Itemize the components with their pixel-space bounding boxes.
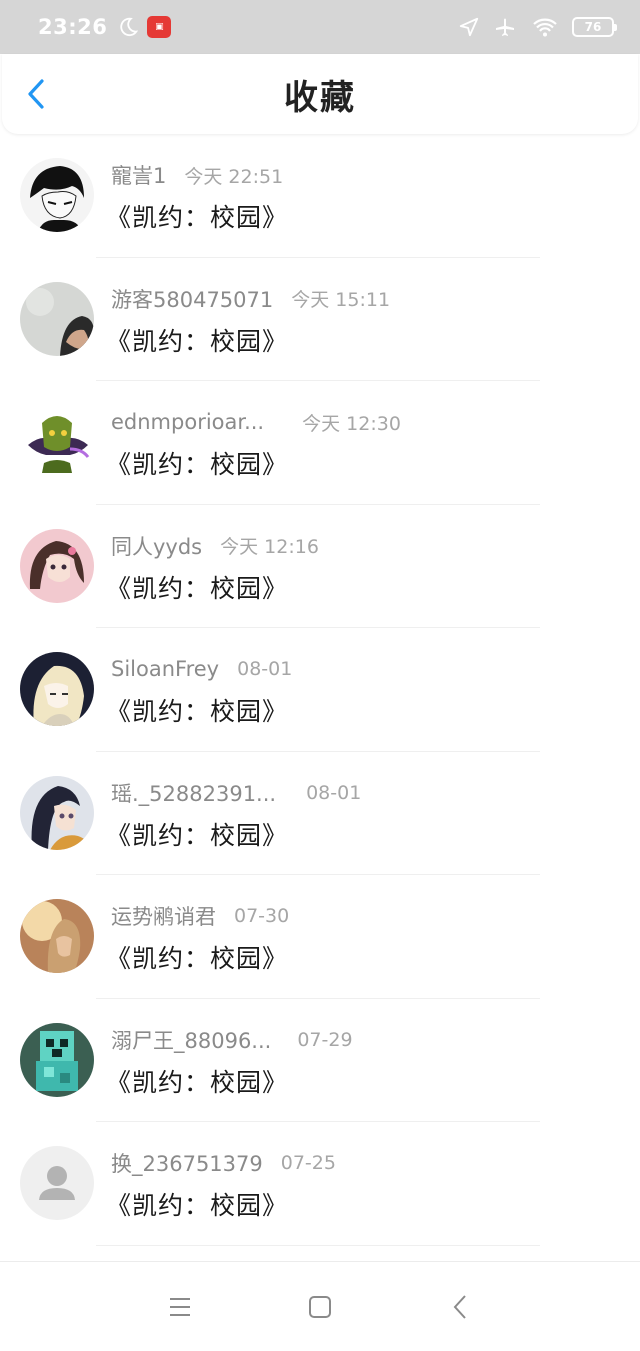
avatar[interactable] bbox=[20, 405, 94, 479]
page-title: 收藏 bbox=[284, 77, 356, 118]
battery-icon: 76 bbox=[572, 17, 617, 37]
username: 溺尸王_88096... bbox=[111, 1028, 272, 1053]
work-title[interactable]: 《凯约：校园》 bbox=[106, 445, 288, 481]
avatar[interactable] bbox=[20, 528, 94, 603]
timestamp: 07-30 bbox=[234, 905, 290, 927]
username: 同人yyds bbox=[111, 534, 203, 559]
list-item[interactable]: ednmporioar... 今天 12:30 《凯约：校园》 bbox=[0, 381, 640, 505]
username: 寵訔1 bbox=[111, 164, 167, 188]
username: 运势鹇诮君 bbox=[111, 905, 216, 929]
wifi-icon bbox=[533, 18, 557, 37]
list-item[interactable]: SiloanFrey 08-01 《凯约：校园》 bbox=[0, 628, 640, 752]
list-item[interactable]: 运势鹇诮君 07-30 《凯约：校园》 bbox=[0, 875, 640, 999]
navigation-bar bbox=[0, 1261, 640, 1351]
work-title[interactable]: 《凯约：校园》 bbox=[106, 692, 288, 728]
list-item[interactable]: 换_236751379 07-25 《凯约：校园》 bbox=[0, 1122, 640, 1246]
username: ednmporioar... bbox=[111, 410, 265, 434]
work-title[interactable]: 《凯约：校园》 bbox=[106, 569, 288, 605]
airplane-icon bbox=[496, 18, 514, 36]
moon-icon bbox=[120, 17, 139, 37]
list-item[interactable]: 溺尸王_88096... 07-29 《凯约：校园》 bbox=[0, 999, 640, 1122]
battery-level: 76 bbox=[584, 20, 602, 34]
avatar[interactable] bbox=[20, 899, 94, 973]
avatar[interactable] bbox=[20, 1146, 94, 1220]
avatar[interactable] bbox=[20, 652, 94, 726]
home-button[interactable] bbox=[305, 1292, 335, 1322]
avatar[interactable] bbox=[20, 281, 94, 356]
system-back-button[interactable] bbox=[445, 1292, 475, 1322]
work-title[interactable]: 《凯约：校园》 bbox=[106, 1063, 288, 1099]
timestamp: 今天 15:11 bbox=[291, 289, 391, 311]
timestamp: 08-01 bbox=[306, 781, 362, 804]
chevron-left-icon bbox=[28, 79, 44, 109]
timestamp: 今天 12:16 bbox=[220, 536, 319, 558]
timestamp: 07-25 bbox=[280, 1152, 336, 1174]
back-icon bbox=[453, 1294, 466, 1319]
app-badge-icon: ▣ bbox=[147, 16, 172, 38]
default-user-icon bbox=[20, 1146, 94, 1220]
avatar[interactable] bbox=[20, 158, 94, 232]
avatar[interactable] bbox=[20, 775, 94, 850]
timestamp: 08-01 bbox=[237, 658, 293, 680]
list-item[interactable]: 寵訔1 今天 22:51 《凯约：校园》 bbox=[0, 134, 640, 258]
work-title[interactable]: 《凯约：校园》 bbox=[106, 939, 288, 975]
timestamp: 07-29 bbox=[297, 1028, 353, 1051]
username: 瑶._52882391... bbox=[111, 781, 277, 806]
status-bar: 23:26 ▣ 76 bbox=[0, 0, 640, 54]
list-item[interactable]: 瑶._52882391... 08-01 《凯约：校园》 bbox=[0, 752, 640, 875]
username: 游客580475071 bbox=[111, 287, 274, 312]
header: 收藏 bbox=[2, 54, 638, 134]
username: 换_236751379 bbox=[111, 1152, 263, 1176]
divider bbox=[96, 1244, 540, 1246]
home-icon bbox=[309, 1295, 331, 1318]
work-title[interactable]: 《凯约：校园》 bbox=[106, 816, 288, 852]
timestamp: 今天 22:51 bbox=[184, 165, 284, 188]
status-time: 23:26 bbox=[38, 15, 108, 39]
username: SiloanFrey bbox=[111, 657, 220, 681]
menu-icon bbox=[170, 1297, 190, 1316]
timestamp: 今天 12:30 bbox=[302, 412, 401, 435]
back-button[interactable] bbox=[20, 78, 52, 110]
work-title[interactable]: 《凯约：校园》 bbox=[106, 198, 288, 234]
menu-button[interactable] bbox=[165, 1292, 195, 1322]
list-item[interactable]: 同人yyds 今天 12:16 《凯约：校园》 bbox=[0, 505, 640, 628]
location-icon bbox=[459, 17, 479, 37]
avatar[interactable] bbox=[20, 1022, 94, 1097]
work-title[interactable]: 《凯约：校园》 bbox=[106, 1186, 288, 1222]
work-title[interactable]: 《凯约：校园》 bbox=[106, 322, 288, 358]
favorites-list: 寵訔1 今天 22:51 《凯约：校园》 游客580475071 今天 15:1… bbox=[0, 134, 640, 1246]
list-item[interactable]: 游客580475071 今天 15:11 《凯约：校园》 bbox=[0, 258, 640, 381]
